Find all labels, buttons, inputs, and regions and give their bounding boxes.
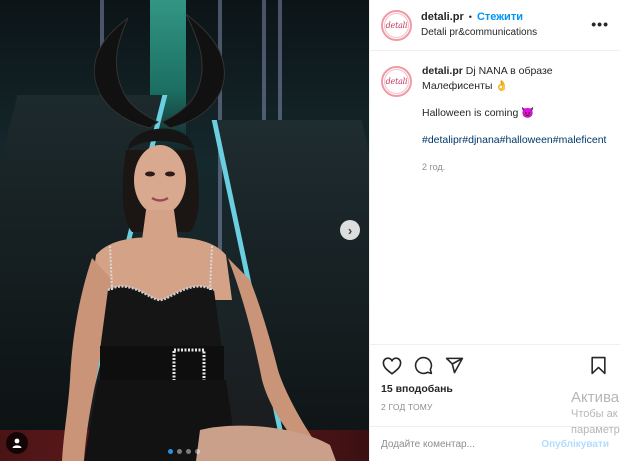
caption-section: detali detali.pr Dj NANA в образе Малефи… [381,64,610,175]
avatar[interactable]: detali [381,9,412,41]
comment-input[interactable] [381,438,531,450]
carousel-dot [195,449,200,454]
follow-button[interactable]: Стежити [477,10,523,25]
woman-in-maleficent-costume [62,13,336,461]
caption-age: 2 год. [422,162,446,172]
bookmark-icon [590,356,606,375]
separator-dot: • [468,12,472,22]
share-button[interactable] [443,355,465,377]
comment-button[interactable] [412,355,434,377]
avatar-logo: detali [384,69,409,94]
avatar[interactable]: detali [381,66,412,97]
caption-text: detali.pr Dj NANA в образе Малефисенты 👌… [422,64,608,175]
more-options-button[interactable]: ••• [591,16,609,32]
username-link[interactable]: detali.pr [421,10,464,25]
post-photo[interactable]: › [0,0,369,461]
post-timestamp[interactable]: 2 ГОД ТОМУ [370,395,620,412]
next-slide-button[interactable]: › [340,220,360,240]
chevron-right-icon: › [347,222,353,238]
carousel-dot [186,449,191,454]
likes-count[interactable]: 15 вподобань [370,377,620,395]
share-icon [445,357,463,374]
carousel-dot [177,449,182,454]
caption-line-2: Halloween is coming 😈 [422,107,535,119]
save-button[interactable] [587,355,609,377]
hashtags[interactable]: #detalipr#djnana#halloween#maleficent [422,133,608,148]
avatar-logo: detali [384,12,409,38]
add-comment-bar: Опублікувати [370,426,620,461]
like-button[interactable] [381,355,403,377]
publish-comment-button[interactable]: Опублікувати [541,439,609,450]
heart-icon [382,356,402,375]
tagged-users-button[interactable] [6,432,28,454]
action-bar [370,345,620,377]
post-actions-section: 15 вподобань 2 ГОД ТОМУ [370,344,620,412]
account-subtitle: Detali pr&communications [421,27,538,38]
post-header: detali detali.pr • Стежити Detali pr&com… [370,0,620,51]
carousel-dot [168,449,173,454]
caption-username[interactable]: detali.pr [422,65,463,77]
comment-icon [414,356,432,375]
more-icon: ••• [591,16,609,32]
post-details-panel: detali detali.pr • Стежити Detali pr&com… [369,0,620,461]
carousel-indicator [168,449,200,454]
user-tag-icon [12,438,22,448]
